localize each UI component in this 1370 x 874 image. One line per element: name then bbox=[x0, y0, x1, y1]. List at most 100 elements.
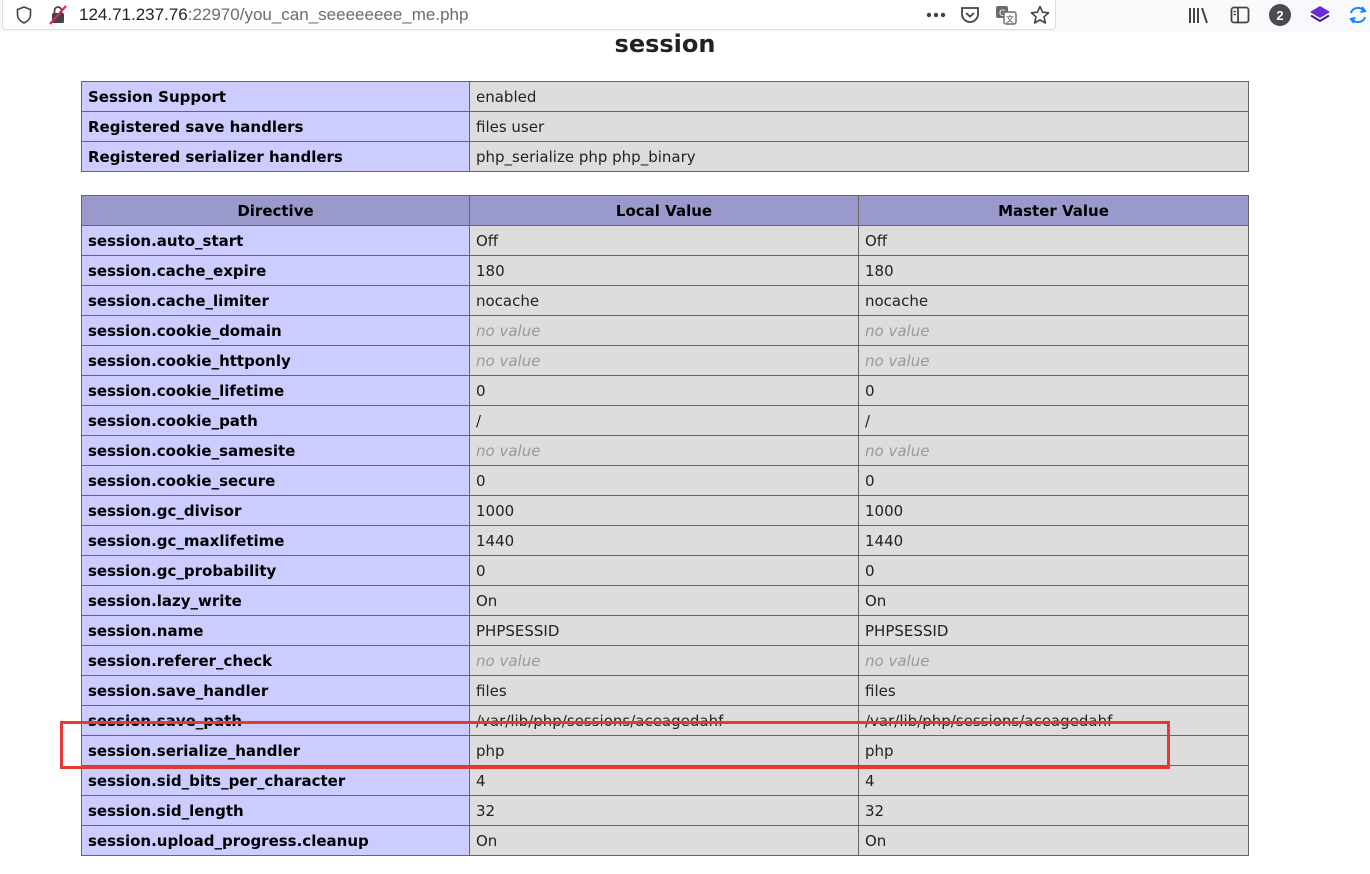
directive-name: session.sid_bits_per_character bbox=[81, 765, 470, 796]
no-value-text: no value bbox=[865, 441, 930, 460]
svg-text:文: 文 bbox=[1006, 14, 1014, 24]
table-row: session.gc_maxlifetime 1440 1440 bbox=[81, 525, 1249, 556]
table-row: session.cookie_samesite no value no value bbox=[81, 435, 1249, 466]
directive-name: session.save_path bbox=[81, 705, 470, 736]
bookmark-star-icon[interactable] bbox=[1029, 4, 1051, 26]
directive-name: session.name bbox=[81, 615, 470, 646]
support-name: Registered save handlers bbox=[81, 111, 470, 142]
browser-toolbar: 124.71.237.76:22970/you_can_seeeeeeee_me… bbox=[0, 0, 1370, 32]
master-value: no value bbox=[858, 435, 1249, 466]
directive-name: session.auto_start bbox=[81, 225, 470, 256]
table-row: session.sid_bits_per_character 4 4 bbox=[81, 765, 1249, 796]
no-value-text: no value bbox=[476, 321, 541, 340]
master-value: 32 bbox=[858, 795, 1249, 826]
extension-icon[interactable] bbox=[1308, 4, 1332, 26]
directive-name: session.cookie_samesite bbox=[81, 435, 470, 466]
no-value-text: no value bbox=[476, 441, 541, 460]
master-value: On bbox=[858, 825, 1249, 856]
table-row: session.save_handler files files bbox=[81, 675, 1249, 706]
table-row: Registered save handlers files user bbox=[81, 111, 1249, 142]
directive-name: session.upload_progress.cleanup bbox=[81, 825, 470, 856]
directive-name: session.serialize_handler bbox=[81, 735, 470, 766]
sync-icon[interactable] bbox=[1346, 4, 1370, 26]
table-header-row: Directive Local Value Master Value bbox=[81, 195, 1249, 226]
page-title: session bbox=[614, 30, 716, 58]
local-value: /var/lib/php/sessions/aceagedahf bbox=[469, 705, 859, 736]
master-value: php bbox=[858, 735, 1249, 766]
directive-name: session.cookie_httponly bbox=[81, 345, 470, 376]
pocket-icon[interactable] bbox=[959, 5, 981, 25]
header-directive: Directive bbox=[81, 195, 470, 226]
table-row: session.sid_length 32 32 bbox=[81, 795, 1249, 826]
master-value: no value bbox=[858, 345, 1249, 376]
local-value: 180 bbox=[469, 255, 859, 286]
master-value: /var/lib/php/sessions/aceagedahf bbox=[858, 705, 1249, 736]
directive-name: session.cookie_lifetime bbox=[81, 375, 470, 406]
table-row: session.save_path/var/lib/php/sessions/a… bbox=[81, 705, 1249, 736]
directive-name: session.cache_limiter bbox=[81, 285, 470, 316]
table-row: session.referer_check no value no value bbox=[81, 645, 1249, 676]
no-value-text: no value bbox=[476, 651, 541, 670]
header-master-value: Master Value bbox=[858, 195, 1249, 226]
more-icon[interactable] bbox=[925, 6, 947, 24]
no-value-text: no value bbox=[865, 321, 930, 340]
master-value: no value bbox=[858, 645, 1249, 676]
support-name: Session Support bbox=[81, 81, 470, 112]
local-value: no value bbox=[469, 315, 859, 346]
account-badge-icon[interactable]: 2 bbox=[1269, 4, 1291, 26]
local-value: 0 bbox=[469, 465, 859, 496]
directive-name: session.save_handler bbox=[81, 675, 470, 706]
translate-icon[interactable]: G文 bbox=[994, 5, 1018, 25]
table-row: Session Support enabled bbox=[81, 81, 1249, 112]
support-name: Registered serializer handlers bbox=[81, 141, 470, 172]
header-local-value: Local Value bbox=[469, 195, 859, 226]
table-row: session.cache_limiter nocache nocache bbox=[81, 285, 1249, 316]
local-value: 32 bbox=[469, 795, 859, 826]
master-value: 0 bbox=[858, 555, 1249, 586]
master-value: 0 bbox=[858, 375, 1249, 406]
local-value: php bbox=[469, 735, 859, 766]
master-value: Off bbox=[858, 225, 1249, 256]
table-row: session.lazy_write On On bbox=[81, 585, 1249, 616]
master-value: nocache bbox=[858, 285, 1249, 316]
local-value: 1440 bbox=[469, 525, 859, 556]
local-value: no value bbox=[469, 345, 859, 376]
table-row: session.cookie_path / / bbox=[81, 405, 1249, 436]
table-row: session.serialize_handler php php bbox=[81, 735, 1249, 766]
no-value-text: no value bbox=[865, 651, 930, 670]
support-value: php_serialize php php_binary bbox=[469, 141, 1249, 172]
local-value: 1000 bbox=[469, 495, 859, 526]
url-text[interactable]: 124.71.237.76:22970/you_can_seeeeeeee_me… bbox=[79, 5, 468, 25]
directive-name: session.cookie_domain bbox=[81, 315, 470, 346]
sidebar-icon[interactable] bbox=[1229, 5, 1251, 25]
directive-name: session.lazy_write bbox=[81, 585, 470, 616]
session-directives-table: Directive Local Value Master Value sessi… bbox=[81, 195, 1249, 856]
library-icon[interactable] bbox=[1188, 5, 1210, 25]
master-value: 0 bbox=[858, 465, 1249, 496]
directive-name: session.gc_divisor bbox=[81, 495, 470, 526]
local-value: files bbox=[469, 675, 859, 706]
address-bar[interactable]: 124.71.237.76:22970/you_can_seeeeeeee_me… bbox=[2, 0, 1056, 30]
master-value: 4 bbox=[858, 765, 1249, 796]
shield-icon[interactable] bbox=[15, 6, 33, 24]
table-row: session.gc_divisor 1000 1000 bbox=[81, 495, 1249, 526]
insecure-lock-icon[interactable] bbox=[47, 5, 69, 25]
support-value: enabled bbox=[469, 81, 1249, 112]
table-row: session.name PHPSESSID PHPSESSID bbox=[81, 615, 1249, 646]
table-row: Registered serializer handlers php_serial… bbox=[81, 141, 1249, 172]
directive-name: session.cookie_secure bbox=[81, 465, 470, 496]
table-row: session.auto_start Off Off bbox=[81, 225, 1249, 256]
master-value: 1000 bbox=[858, 495, 1249, 526]
local-value: PHPSESSID bbox=[469, 615, 859, 646]
url-path: :22970/you_can_seeeeeeee_me.php bbox=[187, 5, 469, 24]
local-value: 4 bbox=[469, 765, 859, 796]
master-value: no value bbox=[858, 315, 1249, 346]
table-row: session.cookie_secure 0 0 bbox=[81, 465, 1249, 496]
directive-name: session.referer_check bbox=[81, 645, 470, 676]
table-row: session.cookie_httponly no value no value bbox=[81, 345, 1249, 376]
local-value: / bbox=[469, 405, 859, 436]
local-value: no value bbox=[469, 645, 859, 676]
master-value: files bbox=[858, 675, 1249, 706]
directive-name: session.sid_length bbox=[81, 795, 470, 826]
local-value: Off bbox=[469, 225, 859, 256]
